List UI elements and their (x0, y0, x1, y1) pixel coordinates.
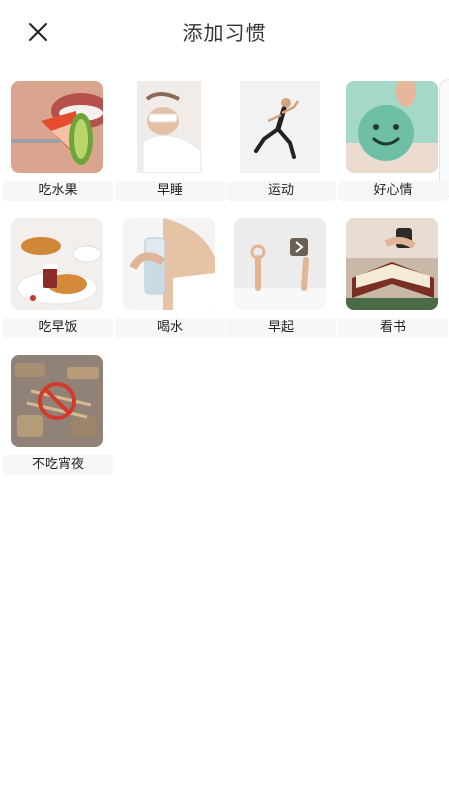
page-title: 添加习惯 (182, 21, 267, 45)
habit-label: 早睡 (115, 181, 225, 201)
habit-label: 看书 (338, 318, 448, 338)
habit-label: 运动 (226, 181, 336, 201)
reading-photo (346, 218, 438, 310)
breakfast-photo (11, 218, 103, 310)
habit-label: 喝水 (115, 318, 225, 338)
header-bar: 添加习惯 (0, 0, 449, 62)
smile-photo (346, 81, 438, 173)
exercise-photo (234, 81, 326, 173)
no-late-snack-photo (11, 355, 103, 447)
habit-label: 早起 (226, 318, 336, 338)
wake-up-photo (234, 218, 326, 310)
hidden-card-edge[interactable] (439, 79, 449, 197)
habit-label: 吃水果 (3, 181, 113, 201)
habit-label: 吃早饭 (3, 318, 113, 338)
fruit-photo (11, 81, 103, 173)
water-photo (123, 218, 215, 310)
sleep-photo (123, 81, 215, 173)
habit-label: 好心情 (338, 181, 448, 201)
habit-label: 不吃宵夜 (3, 455, 113, 475)
